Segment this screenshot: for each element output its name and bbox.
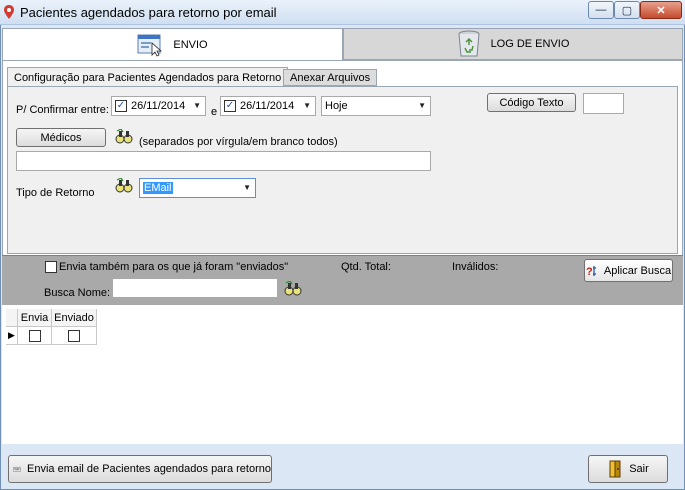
codigo-texto-label: Código Texto [499,96,564,109]
recycle-bin-icon [458,30,480,57]
tab-log-envio-label: LOG DE ENVIO [490,38,570,50]
tab-envio-label: ENVIO [173,38,208,51]
binoculars-search-icon[interactable] [284,281,302,297]
date-from-picker[interactable]: ✓ 26/11/2014 ▼ [111,96,206,116]
form-cursor-icon [137,34,163,57]
svg-text:?: ? [586,266,593,278]
busca-nome-label: Busca Nome: [44,287,111,299]
period-select[interactable]: Hoje ▼ [321,96,431,116]
row-indicator-icon: ▶ [6,327,18,345]
chevron-down-icon: ▼ [303,101,311,110]
grid-row-header-corner [6,309,18,327]
chevron-down-icon: ▼ [418,101,426,110]
tipo-retorno-label: Tipo de Retorno [16,187,95,199]
exit-button[interactable]: Sair [588,455,668,483]
codigo-texto-button[interactable]: Código Texto [487,93,576,112]
date-to-value: 26/11/2014 [240,100,295,112]
exit-door-icon [609,460,621,478]
binoculars-search-icon[interactable] [115,129,133,145]
table-row-envia-cell[interactable] [18,327,52,345]
minimize-button[interactable]: — [588,1,614,19]
close-icon: ✕ [656,4,666,17]
enviado-checkbox[interactable] [68,329,80,342]
date-to-picker[interactable]: ✓ 26/11/2014 ▼ [220,96,316,116]
medicos-hint: (separados por vírgula/em branco todos) [139,136,338,148]
keyboard-mail-icon [13,467,21,472]
maximize-icon: ▢ [621,4,633,17]
tab-envio[interactable]: ENVIO [2,28,343,60]
location-pin-icon [4,5,14,19]
tipo-retorno-value: EMail [143,182,173,194]
patients-grid[interactable] [2,305,683,444]
help-search-icon: ? [586,265,596,278]
chevron-down-icon: ▼ [193,101,201,110]
minimize-icon: — [595,4,607,16]
envia-tambem-checkbox[interactable] [45,261,57,273]
binoculars-search-icon[interactable] [115,178,133,194]
send-email-label: Envia email de Pacientes agendados para … [27,463,271,475]
tab-anexar-arquivos[interactable]: Anexar Arquivos [283,69,378,86]
invalidos-label: Inválidos: [452,261,499,273]
tab-configuracao-label: Configuração para Pacientes Agendados pa… [14,71,282,84]
tab-configuracao[interactable]: Configuração para Pacientes Agendados pa… [7,67,289,87]
window-title: Pacientes agendados para retorno por ema… [20,5,277,20]
maximize-button[interactable]: ▢ [614,1,640,19]
tab-log-envio[interactable]: LOG DE ENVIO [343,28,683,60]
grid-column-enviado[interactable]: Enviado [52,309,97,327]
chevron-down-icon: ▼ [243,183,251,192]
grid-column-envia[interactable]: Envia [18,309,52,327]
qtd-total-label: Qtd. Total: [341,261,391,273]
codigo-texto-field[interactable] [583,93,624,114]
aplicar-busca-button[interactable]: ? Aplicar Busca [584,259,673,282]
medicos-button[interactable]: Médicos [16,128,106,147]
tipo-retorno-select[interactable]: EMail ▼ [139,178,256,198]
date-from-checkbox[interactable]: ✓ [115,100,127,112]
period-value: Hoje [325,100,348,112]
send-email-button[interactable]: Envia email de Pacientes agendados para … [8,455,272,483]
envia-checkbox[interactable] [28,329,41,342]
date-to-checkbox[interactable]: ✓ [224,100,236,112]
exit-label: Sair [629,463,649,475]
aplicar-busca-label: Aplicar Busca [603,264,672,277]
envia-tambem-label: Envia também para os que já foram "envia… [59,261,289,273]
date-from-value: 26/11/2014 [131,100,186,112]
busca-nome-input[interactable] [112,278,278,298]
and-label: e [211,106,218,118]
table-row-enviado-cell[interactable] [52,327,97,345]
medicos-field[interactable] [16,151,431,171]
confirm-between-label: P/ Confirmar entre: [16,104,109,116]
tab-anexar-arquivos-label: Anexar Arquivos [290,71,371,84]
title-bar: Pacientes agendados para retorno por ema… [0,0,685,25]
medicos-button-label: Médicos [40,131,82,144]
close-button[interactable]: ✕ [640,1,682,19]
